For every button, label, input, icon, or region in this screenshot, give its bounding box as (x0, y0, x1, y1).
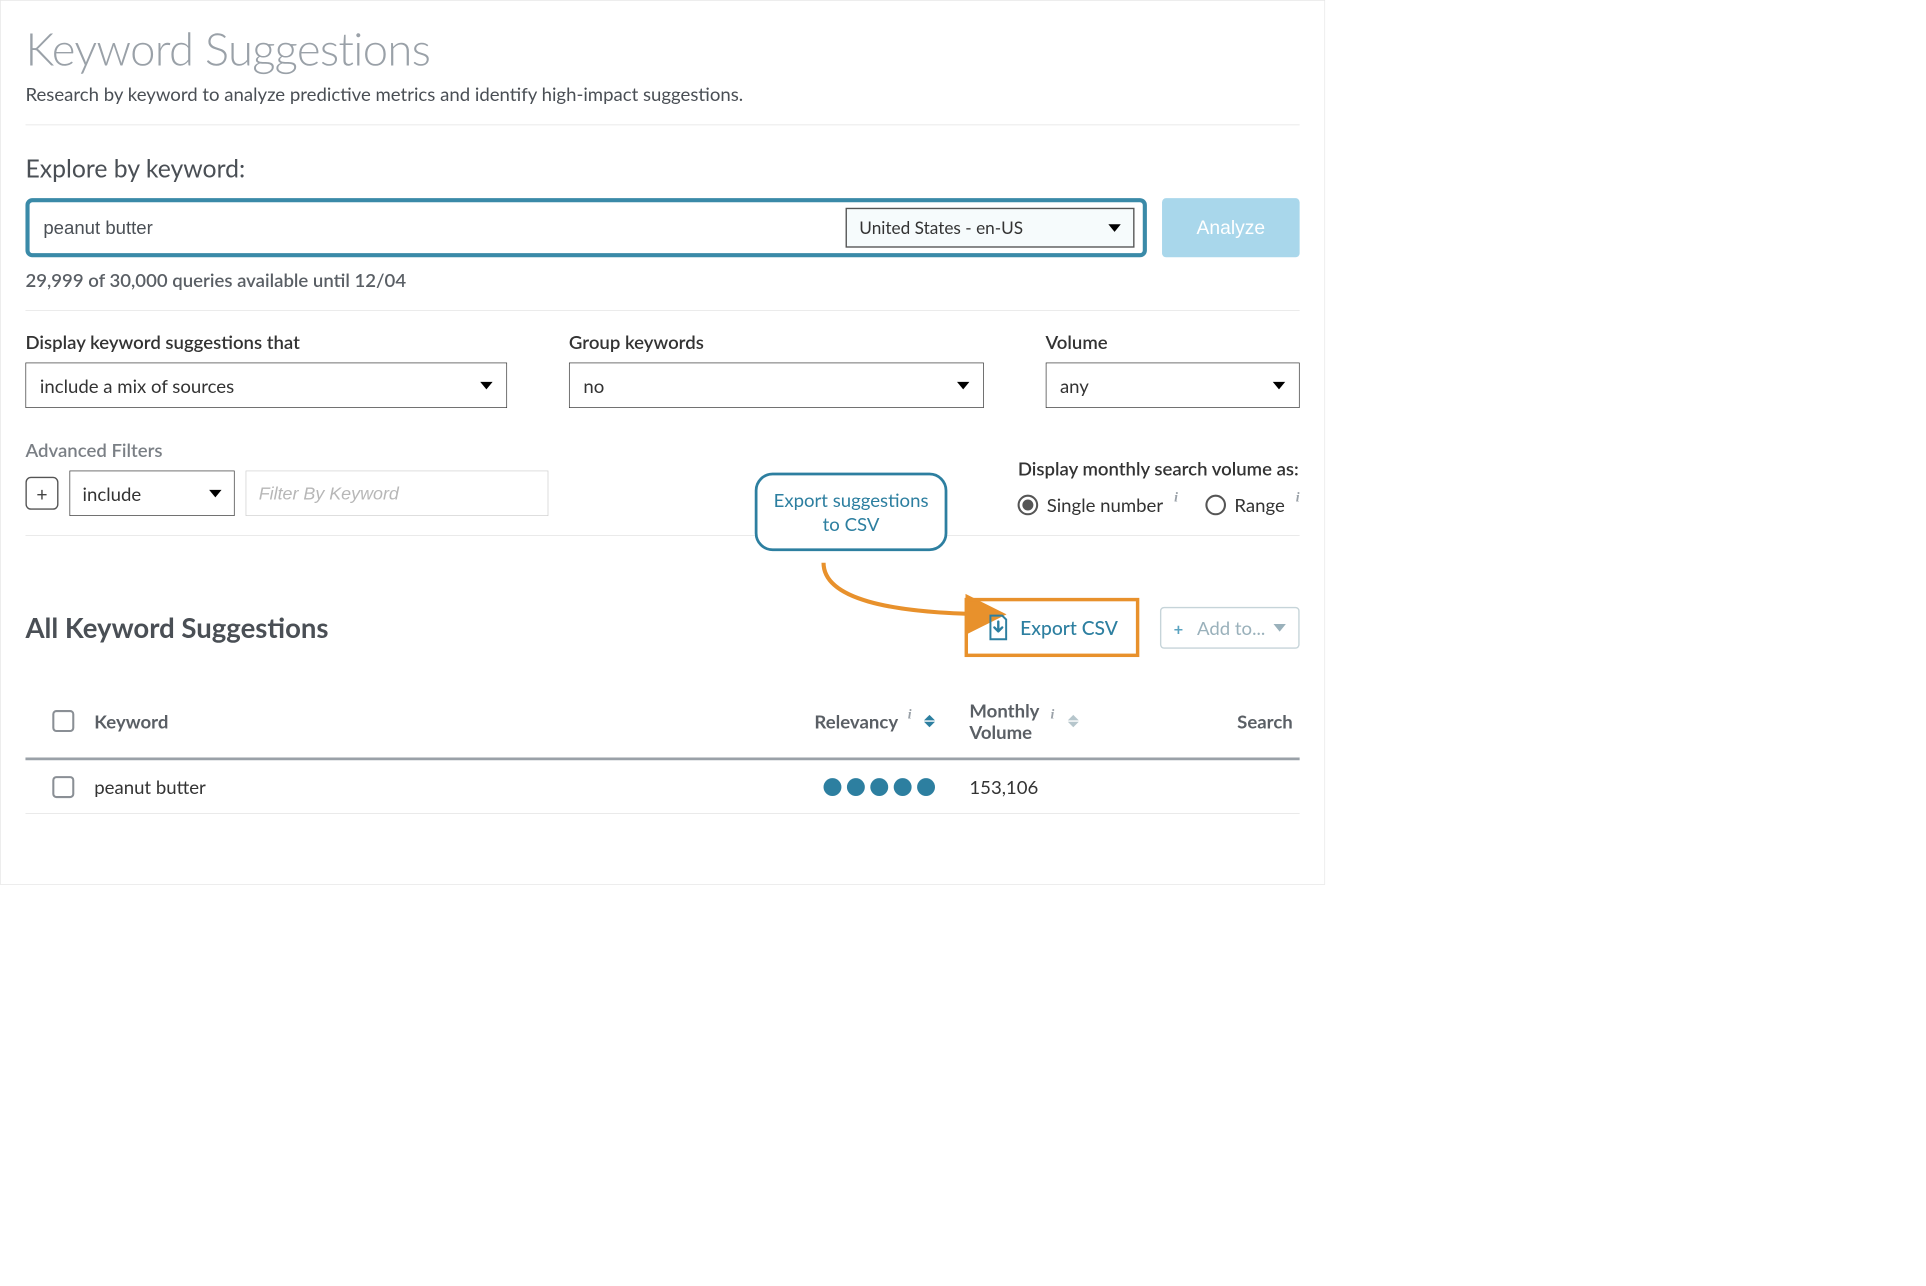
volume-as-range-radio[interactable]: Range i (1205, 493, 1299, 516)
volume-as-single-radio[interactable]: Single number i (1018, 493, 1178, 516)
volume-label: Volume (1045, 330, 1299, 353)
plus-icon: + (1174, 620, 1189, 635)
divider (25, 310, 1299, 311)
col-header-volume[interactable]: MonthlyVolume i (935, 700, 1169, 743)
relevancy-dots (824, 778, 935, 796)
export-callout: Export suggestions to CSV (755, 473, 948, 552)
row-volume: 153,106 (935, 775, 1169, 798)
col-header-search[interactable]: Search (1169, 710, 1293, 733)
add-to-label: Add to... (1197, 616, 1265, 639)
info-icon[interactable]: i (1174, 490, 1178, 506)
chevron-down-icon (1273, 624, 1285, 632)
page-title: Keyword Suggestions (25, 21, 1299, 75)
sort-icon[interactable] (1068, 715, 1079, 727)
chevron-down-icon (480, 381, 492, 389)
keyword-search-container: United States - en-US (25, 198, 1146, 257)
locale-select[interactable]: United States - en-US (846, 208, 1135, 248)
sort-icon[interactable] (924, 715, 935, 727)
add-to-button[interactable]: + Add to... (1160, 606, 1300, 648)
volume-as-single-label: Single number (1047, 493, 1163, 516)
volume-as-range-label: Range (1234, 493, 1284, 516)
radio-icon (1205, 494, 1226, 515)
info-icon[interactable]: i (908, 706, 912, 722)
col-header-relevancy[interactable]: Relevancy i (729, 710, 935, 733)
advanced-filters-label: Advanced Filters (25, 438, 548, 461)
divider (25, 535, 1299, 536)
page-subtitle: Research by keyword to analyze predictiv… (25, 83, 1299, 106)
volume-select[interactable]: any (1045, 363, 1299, 408)
display-suggestions-label: Display keyword suggestions that (25, 330, 507, 353)
keyword-input[interactable] (43, 217, 837, 238)
export-csv-button[interactable]: Export CSV (964, 598, 1139, 657)
col-header-keyword[interactable]: Keyword (94, 710, 728, 733)
export-csv-label: Export CSV (1020, 616, 1118, 639)
display-suggestions-value: include a mix of sources (40, 374, 234, 397)
chevron-down-icon (209, 490, 221, 498)
include-value: include (83, 482, 142, 505)
row-keyword: peanut butter (94, 775, 728, 798)
row-checkbox[interactable] (52, 776, 74, 798)
radio-icon (1018, 494, 1039, 515)
include-exclude-select[interactable]: include (69, 471, 234, 516)
analyze-button[interactable]: Analyze (1162, 198, 1300, 257)
info-icon[interactable]: i (1050, 706, 1054, 722)
info-icon[interactable]: i (1296, 490, 1300, 506)
divider (25, 125, 1299, 126)
results-table: Keyword Relevancy i MonthlyVolume i Sear… (25, 685, 1299, 814)
group-keywords-label: Group keywords (569, 330, 984, 353)
locale-value: United States - en-US (859, 217, 1023, 238)
download-icon (986, 614, 1011, 642)
results-title: All Keyword Suggestions (25, 611, 328, 644)
chevron-down-icon (957, 381, 969, 389)
select-all-checkbox[interactable] (52, 710, 74, 732)
table-header-row: Keyword Relevancy i MonthlyVolume i Sear… (25, 685, 1299, 761)
display-suggestions-select[interactable]: include a mix of sources (25, 363, 507, 408)
volume-value: any (1060, 374, 1089, 397)
query-quota: 29,999 of 30,000 queries available until… (25, 268, 1299, 291)
relevancy-header-label: Relevancy (814, 710, 898, 733)
volume-header-label: MonthlyVolume (969, 700, 1039, 743)
row-relevancy (729, 778, 935, 796)
chevron-down-icon (1273, 381, 1285, 389)
table-row: peanut butter 153,106 (25, 760, 1299, 814)
chevron-down-icon (1108, 224, 1120, 232)
volume-as-label: Display monthly search volume as: (1018, 457, 1300, 480)
explore-label: Explore by keyword: (25, 153, 1299, 183)
group-keywords-select[interactable]: no (569, 363, 984, 408)
group-keywords-value: no (583, 374, 604, 397)
add-filter-button[interactable]: + (25, 477, 58, 510)
filter-by-keyword-input[interactable] (246, 471, 549, 516)
plus-icon: + (36, 482, 47, 505)
